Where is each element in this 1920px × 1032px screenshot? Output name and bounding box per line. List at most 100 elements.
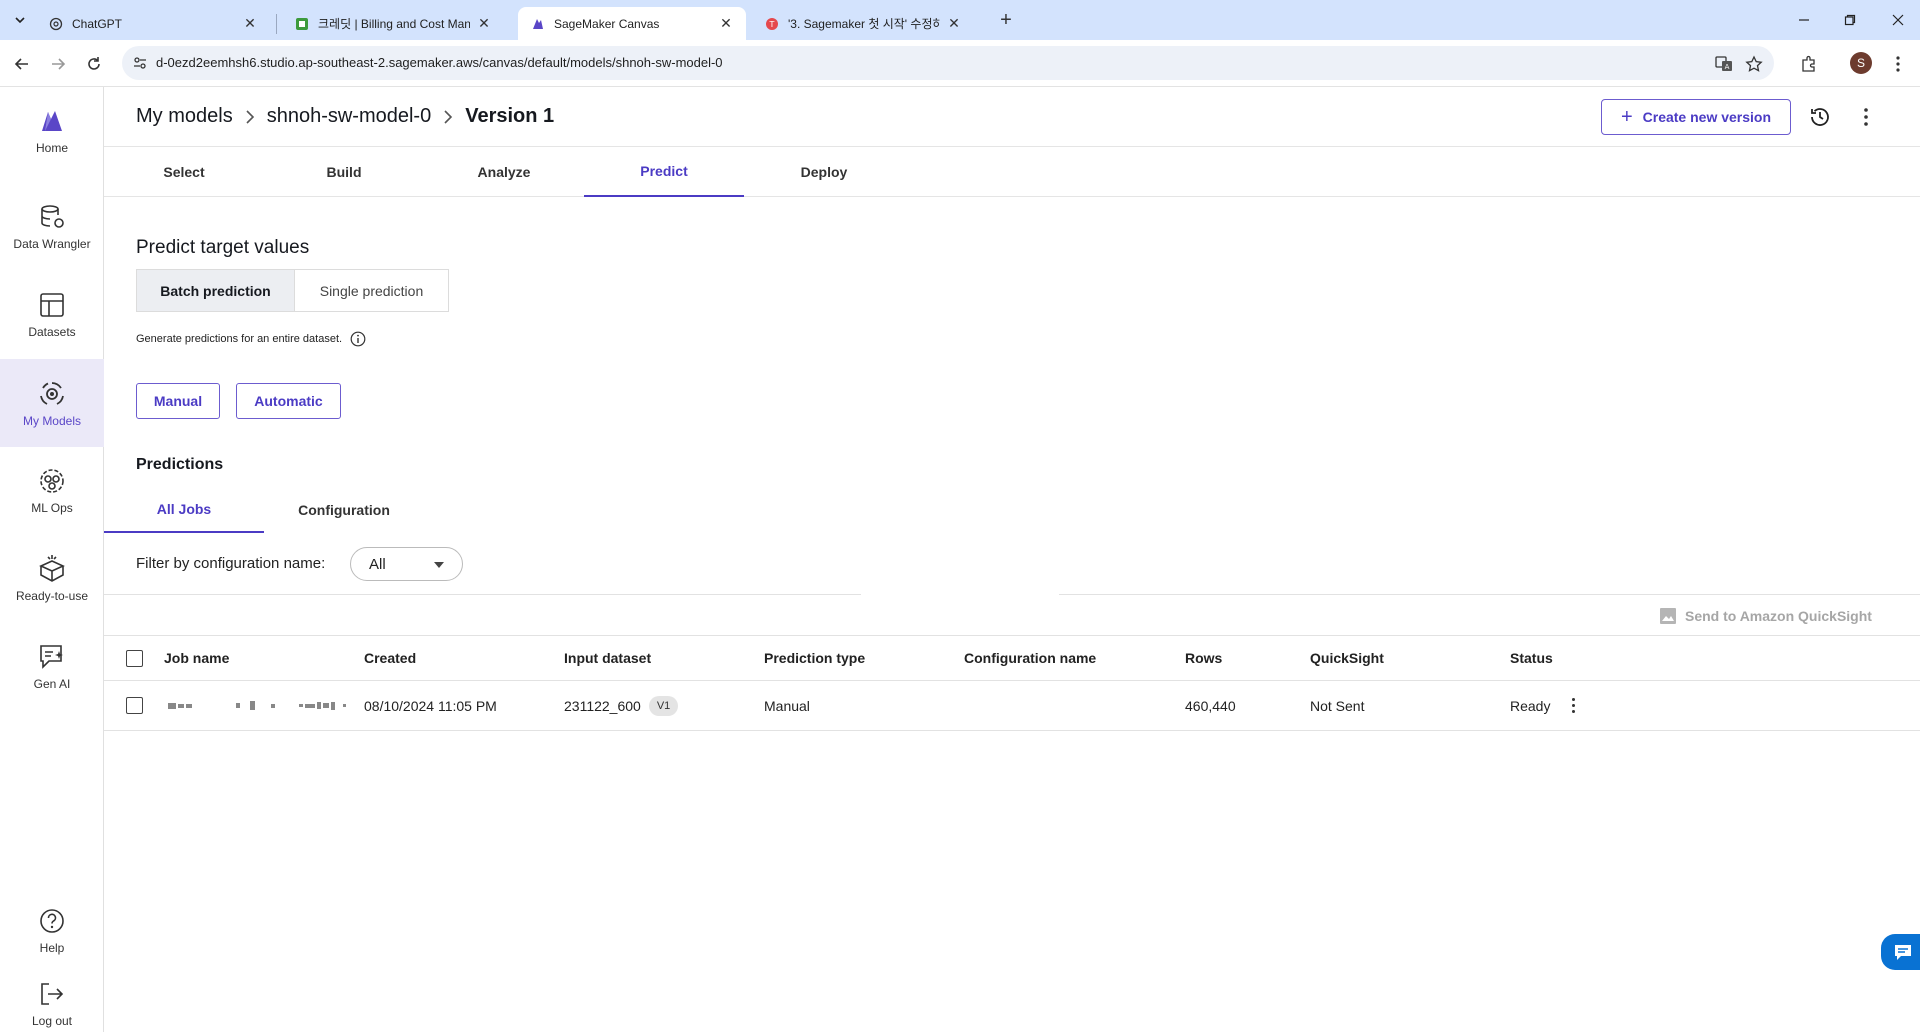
- nav-help-label: Help: [39, 941, 65, 955]
- configuration-filter-select[interactable]: All: [350, 547, 463, 581]
- info-icon[interactable]: [350, 331, 366, 347]
- nav-ready-to-use[interactable]: Ready-to-use: [0, 535, 104, 621]
- tab-analyze[interactable]: Analyze: [424, 147, 584, 197]
- sagemaker-canvas-icon: [530, 16, 546, 32]
- send-to-quicksight-button[interactable]: Send to Amazon QuickSight: [1659, 607, 1872, 625]
- page-header: My models shnoh-sw-model-0 Version 1 + C…: [104, 87, 1920, 147]
- svg-text:A: A: [1725, 63, 1730, 71]
- page-title: Predict target values: [136, 237, 310, 258]
- prediction-type-cell: Manual: [764, 697, 810, 714]
- nav-ml-ops-label: ML Ops: [31, 501, 73, 515]
- close-tab-icon[interactable]: ✕: [242, 15, 258, 32]
- translate-icon[interactable]: A: [1714, 54, 1734, 74]
- table-header: Job name Created Input dataset Predictio…: [104, 635, 1920, 681]
- profile-avatar[interactable]: S: [1850, 52, 1872, 74]
- box-sparkle-icon: [36, 553, 68, 585]
- quicksight-label: Send to Amazon QuickSight: [1685, 608, 1872, 624]
- restore-icon[interactable]: [1838, 8, 1862, 32]
- tab-build[interactable]: Build: [264, 147, 424, 197]
- manual-button[interactable]: Manual: [136, 383, 220, 419]
- chat-sparkle-icon: [36, 641, 68, 673]
- new-tab-button[interactable]: +: [994, 9, 1018, 33]
- bookmark-star-icon[interactable]: [1744, 54, 1764, 74]
- browser-tab-billing[interactable]: 크레딧 | Billing and Cost Management ✕: [282, 7, 504, 40]
- breadcrumb: My models shnoh-sw-model-0 Version 1: [136, 105, 554, 128]
- nav-home-label: Home: [35, 141, 68, 155]
- back-arrow-icon[interactable]: [10, 52, 34, 76]
- dataset-version-badge: V1: [648, 695, 679, 716]
- close-tab-icon[interactable]: ✕: [946, 15, 962, 32]
- sagemaker-canvas-app: Home Data Wrangler Datasets My Models ML…: [0, 87, 1920, 1032]
- nav-home[interactable]: Home: [0, 87, 104, 173]
- tab-configuration[interactable]: Configuration: [264, 487, 424, 533]
- history-icon[interactable]: [1808, 105, 1832, 129]
- input-dataset-name[interactable]: 231122_600: [564, 698, 641, 714]
- nav-help[interactable]: Help: [0, 887, 104, 973]
- tab-select[interactable]: Select: [104, 147, 264, 197]
- col-prediction-type[interactable]: Prediction type: [764, 636, 865, 680]
- table-icon: [36, 289, 68, 321]
- nav-log-out[interactable]: Log out: [0, 975, 104, 1031]
- redacted-text: [168, 701, 346, 710]
- nav-datasets[interactable]: Datasets: [0, 271, 104, 357]
- close-tab-icon[interactable]: ✕: [718, 15, 734, 32]
- job-tabs: All Jobs Configuration: [104, 487, 1920, 533]
- aws-billing-icon: [294, 16, 310, 32]
- tab-predict[interactable]: Predict: [584, 147, 744, 197]
- brain-icon: [36, 378, 68, 410]
- batch-prediction-option[interactable]: Batch prediction: [137, 270, 295, 311]
- created-cell: 08/10/2024 11:05 PM: [364, 697, 497, 714]
- chevron-right-icon: [245, 109, 255, 124]
- table-row[interactable]: 08/10/2024 11:05 PM 231122_600 V1 Manual…: [104, 681, 1920, 731]
- col-created[interactable]: Created: [364, 636, 416, 680]
- nav-gen-ai[interactable]: Gen AI: [0, 623, 104, 709]
- nav-ml-ops[interactable]: ML Ops: [0, 447, 104, 533]
- browser-tab-chatgpt[interactable]: ChatGPT ✕: [36, 7, 270, 40]
- col-input-dataset[interactable]: Input dataset: [564, 636, 651, 680]
- create-new-version-button[interactable]: + Create new version: [1601, 99, 1791, 135]
- status-badge: Ready: [1510, 697, 1551, 714]
- row-checkbox[interactable]: [126, 697, 143, 714]
- quicksight-cell: Not Sent: [1310, 697, 1365, 714]
- reload-icon[interactable]: [82, 52, 106, 76]
- nav-gen-ai-label: Gen AI: [33, 677, 71, 691]
- browser-tab-notion[interactable]: T '3. Sagemaker 첫 시작' 수정하기 ✕: [752, 7, 974, 40]
- job-name-redacted[interactable]: [168, 681, 346, 730]
- browser-tab-sagemaker-canvas[interactable]: SageMaker Canvas ✕: [518, 7, 746, 40]
- breadcrumb-current-version: Version 1: [465, 105, 555, 127]
- forward-arrow-icon[interactable]: [46, 52, 70, 76]
- tab-title: ChatGPT: [72, 16, 123, 31]
- col-rows[interactable]: Rows: [1185, 636, 1222, 680]
- tab-deploy[interactable]: Deploy: [744, 147, 904, 197]
- minimize-icon[interactable]: [1792, 8, 1816, 32]
- col-configuration-name[interactable]: Configuration name: [964, 636, 1096, 680]
- description-text: Generate predictions for an entire datas…: [136, 333, 343, 345]
- col-job-name[interactable]: Job name: [164, 636, 229, 680]
- tab-search-chevron-icon[interactable]: [8, 8, 32, 32]
- select-all-checkbox-cell: [126, 636, 143, 680]
- more-options-kebab-icon[interactable]: [1854, 105, 1878, 129]
- breadcrumb-my-models[interactable]: My models: [136, 105, 233, 128]
- tab-title: 크레딧 | Billing and Cost Management: [318, 17, 470, 31]
- col-quicksight[interactable]: QuickSight: [1310, 636, 1384, 680]
- automatic-button[interactable]: Automatic: [236, 383, 341, 419]
- row-actions-kebab-icon[interactable]: [1572, 698, 1576, 713]
- tab-all-jobs[interactable]: All Jobs: [104, 487, 264, 533]
- breadcrumb-model[interactable]: shnoh-sw-model-0: [267, 105, 432, 128]
- select-all-checkbox[interactable]: [126, 649, 143, 667]
- chevron-right-icon: [443, 109, 453, 124]
- feedback-chat-button[interactable]: [1881, 934, 1920, 970]
- single-prediction-option[interactable]: Single prediction: [295, 270, 448, 311]
- caret-down-icon: [434, 562, 444, 568]
- browser-menu-kebab-icon[interactable]: [1886, 52, 1910, 76]
- nav-data-wrangler[interactable]: Data Wrangler: [0, 183, 104, 269]
- address-bar[interactable]: d-0ezd2eemhsh6.studio.ap-southeast-2.sag…: [122, 46, 1774, 80]
- nav-my-models[interactable]: My Models: [0, 359, 104, 447]
- col-status[interactable]: Status: [1510, 636, 1553, 680]
- left-navigation: Home Data Wrangler Datasets My Models ML…: [0, 87, 104, 1032]
- workflow-steps: Select Build Analyze Predict Deploy: [104, 147, 1920, 197]
- close-window-icon[interactable]: [1886, 8, 1910, 32]
- close-tab-icon[interactable]: ✕: [476, 15, 492, 32]
- site-settings-icon[interactable]: [132, 55, 148, 71]
- extensions-puzzle-icon[interactable]: [1797, 52, 1821, 76]
